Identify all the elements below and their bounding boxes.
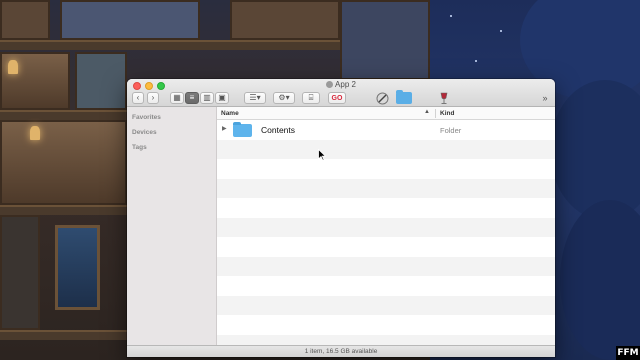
wallpaper-tower bbox=[340, 0, 430, 80]
list-icon: ≡ bbox=[189, 93, 195, 102]
column-header-name[interactable]: Name bbox=[221, 110, 239, 117]
wallpaper-tree bbox=[560, 200, 640, 360]
empty-row bbox=[217, 178, 555, 198]
list-header: Name ▲ Kind bbox=[217, 107, 555, 120]
empty-row bbox=[217, 315, 555, 335]
status-bar: 1 item, 16.5 GB available bbox=[127, 345, 555, 357]
column-view-button[interactable]: ▥ bbox=[200, 92, 214, 104]
empty-row bbox=[217, 217, 555, 237]
cover-flow-button[interactable]: ▣ bbox=[215, 92, 229, 104]
wallpaper-room bbox=[230, 0, 340, 40]
folder-icon bbox=[233, 122, 252, 137]
window-title-text: App 2 bbox=[335, 80, 356, 89]
wallpaper-lamp bbox=[8, 60, 18, 74]
sidebar: Favorites Devices Tags bbox=[127, 107, 217, 345]
app-icon bbox=[326, 81, 334, 88]
list-rows: ▶ Contents Folder bbox=[217, 120, 555, 354]
gear-icon: ⚙▾ bbox=[278, 93, 290, 102]
cover-flow-icon: ▣ bbox=[218, 93, 226, 102]
arrange-icon: ☰▾ bbox=[249, 93, 261, 102]
list-item[interactable]: ▶ Contents Folder bbox=[217, 120, 555, 140]
file-list: Name ▲ Kind ▶ Contents Folder bbox=[217, 107, 555, 354]
wallpaper-lamp bbox=[30, 126, 40, 140]
empty-row bbox=[217, 198, 555, 218]
wine-app-icon[interactable] bbox=[437, 91, 451, 105]
sort-arrow-icon[interactable]: ▲ bbox=[424, 109, 430, 115]
title-bar[interactable]: App 2 ‹ › ▦ ≡ ▥ ▣ ☰▾ ⚙▾ ⌸ GO » bbox=[127, 79, 555, 107]
empty-row bbox=[217, 295, 555, 315]
grid-icon: ▦ bbox=[173, 93, 181, 102]
columns-icon: ▥ bbox=[203, 93, 211, 102]
action-button[interactable]: ⚙▾ bbox=[273, 92, 295, 104]
new-folder-button[interactable]: ⌸ bbox=[302, 92, 320, 104]
empty-row bbox=[217, 276, 555, 296]
column-divider[interactable] bbox=[435, 109, 436, 118]
ffm-badge: FFM bbox=[616, 346, 640, 360]
wrench-icon bbox=[376, 92, 388, 104]
column-header-kind[interactable]: Kind bbox=[440, 110, 454, 117]
list-view-button[interactable]: ≡ bbox=[185, 92, 199, 104]
wallpaper-room bbox=[60, 0, 200, 40]
disclosure-triangle-icon[interactable]: ▶ bbox=[222, 125, 227, 132]
empty-row bbox=[217, 256, 555, 276]
sidebar-heading-favorites[interactable]: Favorites bbox=[132, 114, 161, 121]
folder-outline-icon: ⌸ bbox=[308, 93, 314, 102]
chevron-right-icon: › bbox=[151, 93, 155, 102]
star bbox=[475, 60, 477, 62]
go-button[interactable]: GO bbox=[328, 92, 346, 104]
wallpaper-room bbox=[0, 215, 40, 330]
arrange-button[interactable]: ☰▾ bbox=[244, 92, 266, 104]
forward-button[interactable]: › bbox=[147, 92, 159, 104]
wallpaper-window bbox=[55, 225, 100, 310]
star bbox=[450, 15, 452, 17]
star bbox=[500, 30, 502, 32]
back-button[interactable]: ‹ bbox=[132, 92, 144, 104]
item-name: Contents bbox=[261, 125, 296, 135]
wallpaper-room bbox=[75, 52, 127, 110]
empty-row bbox=[217, 159, 555, 179]
go-label: GO bbox=[331, 94, 343, 102]
folder-shortcut[interactable] bbox=[395, 90, 413, 105]
wallpaper-room bbox=[0, 0, 50, 40]
wallpaper-tree bbox=[550, 80, 640, 220]
icon-view-button[interactable]: ▦ bbox=[170, 92, 184, 104]
empty-row bbox=[217, 237, 555, 257]
terminal-tool-icon[interactable] bbox=[375, 91, 389, 105]
wine-glass-icon bbox=[440, 92, 448, 104]
item-kind: Folder bbox=[440, 126, 462, 135]
wallpaper-room bbox=[0, 120, 127, 205]
finder-window: App 2 ‹ › ▦ ≡ ▥ ▣ ☰▾ ⚙▾ ⌸ GO » Favorites… bbox=[127, 79, 555, 357]
window-title: App 2 bbox=[127, 80, 555, 90]
empty-row bbox=[217, 139, 555, 159]
sidebar-heading-devices[interactable]: Devices bbox=[132, 129, 157, 136]
chevron-left-icon: ‹ bbox=[136, 93, 140, 102]
sidebar-heading-tags[interactable]: Tags bbox=[132, 144, 147, 151]
toolbar-overflow-button[interactable]: » bbox=[539, 91, 551, 105]
folder-icon bbox=[396, 90, 412, 104]
mouse-cursor-icon bbox=[318, 149, 326, 161]
